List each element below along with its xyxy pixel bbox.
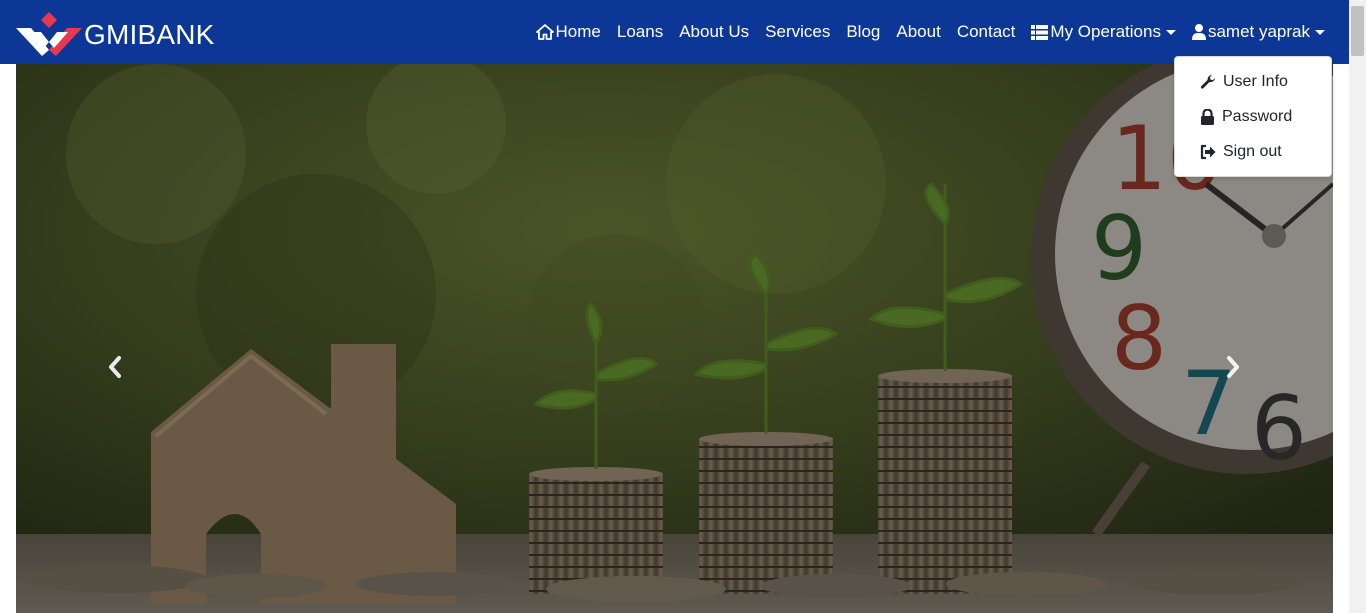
th-list-icon [1031,24,1049,40]
gmibank-logo [16,12,82,56]
brand-name: GMIBANK [84,19,215,50]
nav-services[interactable]: Services [765,22,830,42]
nav-contact-label: Contact [956,22,1016,41]
nav-about[interactable]: About [896,22,940,42]
hero-image: 10 9 8 7 6 [16,64,1333,613]
lock-icon [1201,109,1214,125]
menu-sign-out-label: Sign out [1223,143,1282,160]
main-nav: Home Loans About Us Services Blog About … [520,0,1325,64]
nav-blog[interactable]: Blog [846,22,880,42]
nav-account[interactable]: samet yaprak [1191,22,1325,42]
carousel-next-button[interactable] [1218,352,1248,382]
nav-about-label: About [896,22,941,41]
nav-my-operations[interactable]: My Operations [1031,22,1176,42]
carousel-prev-button[interactable] [100,352,130,382]
nav-loans[interactable]: Loans [617,22,663,42]
menu-password[interactable]: Password [1200,104,1292,130]
caret-down-icon [1165,30,1176,35]
nav-about-us-label: About Us [679,22,750,41]
wrench-icon [1200,74,1215,89]
menu-user-info-label: User Info [1223,73,1288,90]
navbar: GMIBANK Home Loans About Us Services Blo… [0,0,1349,64]
nav-about-us[interactable]: About Us [679,22,749,42]
user-icon [1191,24,1206,40]
hero-carousel: 10 9 8 7 6 [16,64,1333,613]
menu-user-info[interactable]: User Info [1200,69,1288,95]
nav-contact[interactable]: Contact [957,22,1016,42]
home-icon [535,24,554,40]
nav-services-label: Services [765,22,831,41]
nav-account-label: samet yaprak [1207,22,1310,41]
scrollbar-thumb[interactable] [1351,6,1364,56]
menu-password-label: Password [1222,108,1293,125]
brand-link[interactable]: GMIBANK [16,12,215,56]
sign-out-icon [1200,144,1216,160]
account-dropdown: User Info Password Sign out [1174,56,1332,177]
menu-sign-out[interactable]: Sign out [1200,139,1282,165]
nav-my-operations-label: My Operations [1050,22,1161,41]
nav-home[interactable]: Home [535,22,601,42]
nav-home-label: Home [555,22,601,41]
page-scrollbar[interactable] [1349,0,1366,613]
nav-blog-label: Blog [846,22,881,41]
caret-down-icon [1315,30,1325,35]
nav-loans-label: Loans [616,22,664,41]
